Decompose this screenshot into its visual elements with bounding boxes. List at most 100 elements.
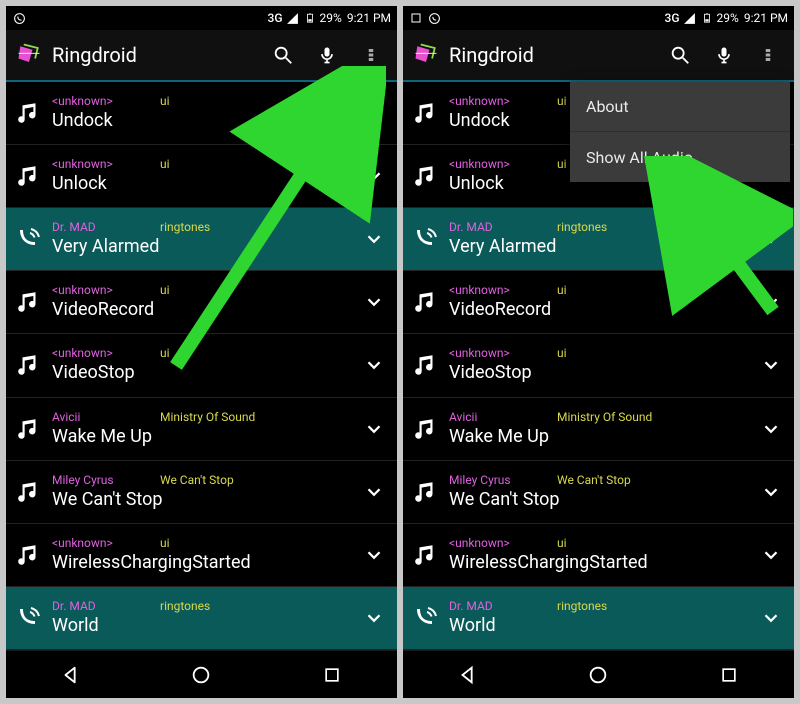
expand-button[interactable] bbox=[754, 475, 788, 509]
song-album: ui bbox=[557, 94, 567, 108]
phone-right: 3G 29% 9:21 PM Ringdroid bbox=[403, 6, 794, 698]
song-text: Miley CyrusWe Can't StopWe Can't Stop bbox=[52, 473, 357, 511]
expand-button[interactable] bbox=[357, 412, 391, 446]
network-label: 3G bbox=[665, 11, 680, 25]
song-row[interactable]: <unknown>uiVideoRecord bbox=[403, 271, 794, 334]
overflow-button[interactable] bbox=[746, 30, 790, 80]
expand-button[interactable] bbox=[357, 285, 391, 319]
expand-button[interactable] bbox=[754, 538, 788, 572]
app-bar: Ringdroid bbox=[6, 30, 397, 80]
song-album: ui bbox=[160, 157, 170, 171]
song-album: ringtones bbox=[557, 220, 607, 234]
search-button[interactable] bbox=[658, 30, 702, 80]
expand-button[interactable] bbox=[357, 601, 391, 635]
expand-button[interactable] bbox=[357, 222, 391, 256]
music-note-icon bbox=[12, 348, 46, 382]
clock-label: 9:21 PM bbox=[744, 11, 788, 25]
overflow-menu: About Show All Audio bbox=[570, 82, 790, 182]
song-artist: <unknown> bbox=[449, 536, 539, 550]
expand-button[interactable] bbox=[357, 538, 391, 572]
song-artist: Dr. MAD bbox=[52, 599, 142, 613]
song-row[interactable]: <unknown>uiWirelessChargingStarted bbox=[6, 524, 397, 587]
song-title: VideoRecord bbox=[449, 299, 754, 321]
song-row[interactable]: AviciiMinistry Of SoundWake Me Up bbox=[403, 398, 794, 461]
song-text: AviciiMinistry Of SoundWake Me Up bbox=[449, 410, 754, 448]
song-row[interactable]: <unknown>uiUnlock bbox=[6, 145, 397, 208]
song-title: Wake Me Up bbox=[52, 426, 357, 448]
song-row[interactable]: Miley CyrusWe Can't StopWe Can't Stop bbox=[6, 461, 397, 524]
expand-button[interactable] bbox=[357, 159, 391, 193]
song-artist: Avicii bbox=[52, 410, 142, 424]
overflow-button[interactable] bbox=[349, 30, 393, 80]
music-note-icon bbox=[12, 412, 46, 446]
song-row[interactable]: Dr. MADringtonesWorld bbox=[403, 587, 794, 650]
ringtone-icon bbox=[12, 222, 46, 256]
ringtone-icon bbox=[12, 601, 46, 635]
expand-button[interactable] bbox=[754, 348, 788, 382]
song-title: VideoStop bbox=[449, 362, 754, 384]
voice-button[interactable] bbox=[702, 30, 746, 80]
song-text: <unknown>uiVideoStop bbox=[449, 346, 754, 384]
back-button[interactable] bbox=[41, 655, 101, 695]
expand-button[interactable] bbox=[754, 412, 788, 446]
music-note-icon bbox=[409, 285, 443, 319]
nav-bar bbox=[403, 650, 794, 698]
song-artist: <unknown> bbox=[52, 283, 142, 297]
song-text: <unknown>uiUnlock bbox=[52, 157, 357, 195]
song-row[interactable]: <unknown>uiVideoStop bbox=[403, 334, 794, 397]
battery-icon bbox=[700, 11, 714, 25]
song-title: We Can't Stop bbox=[52, 489, 357, 511]
song-row[interactable]: <unknown>uiVideoRecord bbox=[6, 271, 397, 334]
song-title: Very Alarmed bbox=[449, 236, 754, 258]
home-button[interactable] bbox=[568, 655, 628, 695]
song-row[interactable]: Dr. MAD ringtones World bbox=[6, 587, 397, 650]
song-text: <unknown>uiWirelessChargingStarted bbox=[449, 536, 754, 574]
song-album: ui bbox=[557, 283, 567, 297]
song-text: Dr. MAD ringtones World bbox=[52, 599, 357, 637]
music-note-icon bbox=[12, 475, 46, 509]
song-row[interactable]: Miley CyrusWe Can't StopWe Can't Stop bbox=[403, 461, 794, 524]
song-artist: <unknown> bbox=[449, 94, 539, 108]
expand-button[interactable] bbox=[754, 222, 788, 256]
back-button[interactable] bbox=[438, 655, 498, 695]
home-button[interactable] bbox=[171, 655, 231, 695]
song-album: ringtones bbox=[160, 599, 210, 613]
song-row[interactable]: <unknown>uiWirelessChargingStarted bbox=[403, 524, 794, 587]
song-text: Avicii Ministry Of Sound Wake Me Up bbox=[52, 410, 357, 448]
status-bar: 3G 29% 9:21 PM bbox=[6, 6, 397, 30]
song-title: Undock bbox=[52, 110, 357, 132]
clock-label: 9:21 PM bbox=[347, 11, 391, 25]
battery-label: 29% bbox=[717, 11, 739, 25]
recents-button[interactable] bbox=[302, 655, 362, 695]
song-album: ui bbox=[557, 536, 567, 550]
expand-button[interactable] bbox=[754, 601, 788, 635]
expand-button[interactable] bbox=[357, 475, 391, 509]
song-row[interactable]: Dr. MADringtonesVery Alarmed bbox=[6, 208, 397, 271]
expand-button[interactable] bbox=[754, 285, 788, 319]
song-list[interactable]: <unknown>uiUndock<unknown>uiUnlockDr. MA… bbox=[6, 82, 397, 650]
music-note-icon bbox=[409, 159, 443, 193]
song-row[interactable]: <unknown>uiUndock bbox=[6, 82, 397, 145]
song-artist: Dr. MAD bbox=[52, 220, 142, 234]
song-row[interactable]: <unknown>uiVideoStop bbox=[6, 334, 397, 397]
song-artist: Avicii bbox=[449, 410, 539, 424]
call-forward-icon bbox=[427, 11, 441, 25]
song-album: ui bbox=[160, 283, 170, 297]
song-row[interactable]: Avicii Ministry Of Sound Wake Me Up bbox=[6, 398, 397, 461]
recents-button[interactable] bbox=[699, 655, 759, 695]
song-artist: <unknown> bbox=[52, 157, 142, 171]
song-artist: <unknown> bbox=[52, 94, 142, 108]
expand-button[interactable] bbox=[357, 348, 391, 382]
song-album: Ministry Of Sound bbox=[160, 410, 255, 424]
song-row[interactable]: Dr. MADringtonesVery Alarmed bbox=[403, 208, 794, 271]
network-label: 3G bbox=[268, 11, 283, 25]
song-text: <unknown>uiVideoRecord bbox=[449, 283, 754, 321]
search-button[interactable] bbox=[261, 30, 305, 80]
menu-show-all-audio[interactable]: Show All Audio bbox=[570, 132, 790, 182]
music-note-icon bbox=[12, 96, 46, 130]
music-note-icon bbox=[12, 285, 46, 319]
voice-button[interactable] bbox=[305, 30, 349, 80]
music-note-icon bbox=[12, 538, 46, 572]
song-title: World bbox=[52, 615, 357, 637]
menu-about[interactable]: About bbox=[570, 82, 790, 132]
